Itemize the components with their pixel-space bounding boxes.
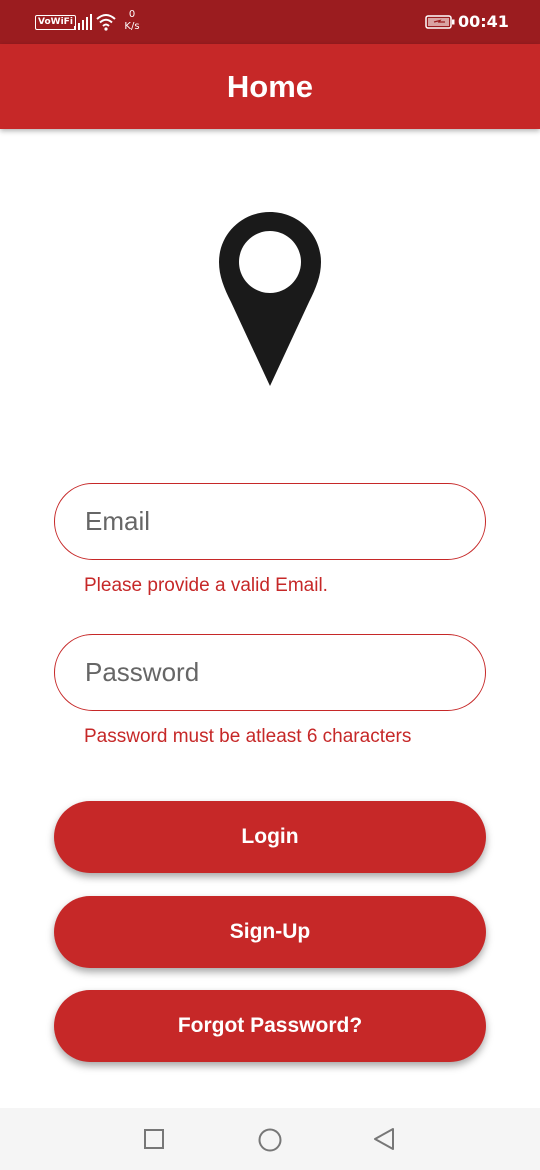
forgot-password-button[interactable]: Forgot Password? — [54, 990, 486, 1062]
status-time: 00:41 — [458, 12, 509, 31]
email-input[interactable] — [85, 484, 465, 558]
location-pin-icon — [219, 212, 321, 386]
login-button[interactable]: Login — [54, 801, 486, 873]
network-speed-value: 0 — [128, 9, 136, 20]
page-title: Home — [226, 69, 314, 104]
password-error-message: Password must be atleast 6 characters — [84, 726, 412, 747]
network-speed-unit: K/s — [124, 21, 140, 32]
signal-icon — [74, 14, 92, 30]
recents-square-icon[interactable] — [144, 1129, 164, 1149]
network-speed: 0 K/s — [120, 9, 144, 33]
back-triangle-icon[interactable] — [373, 1127, 395, 1151]
signup-button[interactable]: Sign-Up — [54, 896, 486, 968]
wifi-icon — [96, 14, 116, 31]
email-error-message: Please provide a valid Email. — [84, 575, 328, 596]
home-circle-icon[interactable] — [258, 1128, 282, 1152]
password-input[interactable] — [85, 635, 465, 709]
battery-charging-icon — [425, 15, 455, 29]
system-navigation-bar — [0, 1108, 540, 1170]
password-field[interactable] — [54, 634, 486, 711]
email-field[interactable] — [54, 483, 486, 560]
vowifi-icon: VoWiFi — [35, 15, 76, 30]
app-bar: Home — [0, 44, 540, 129]
status-bar: VoWiFi 0 K/s 00:41 — [0, 0, 540, 44]
